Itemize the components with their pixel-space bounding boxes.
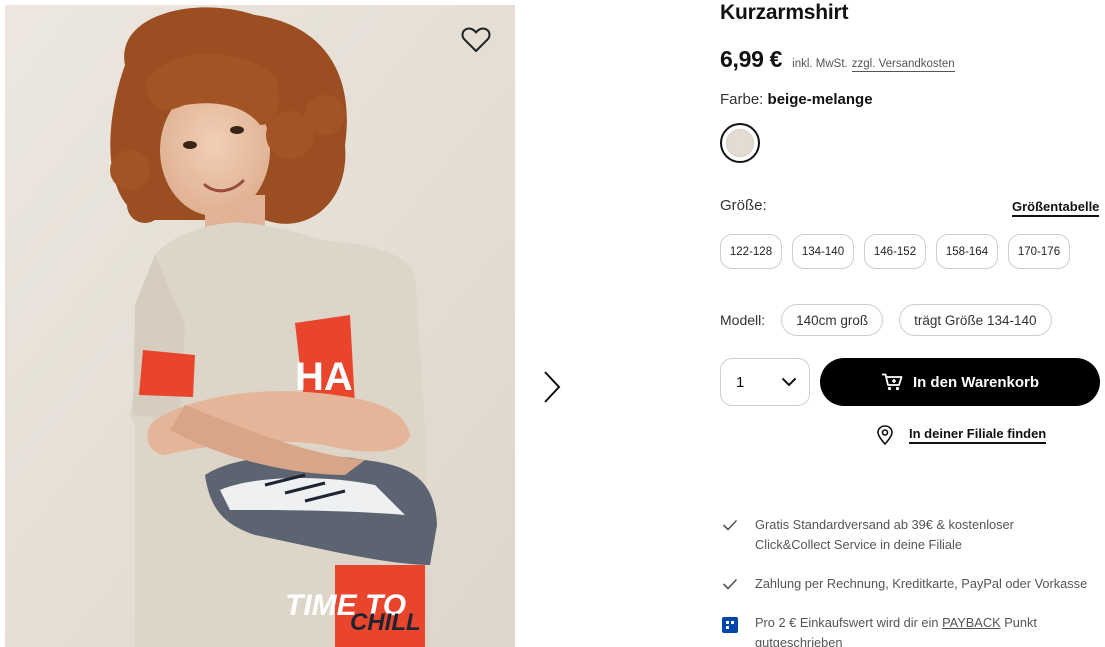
chevron-down-icon — [781, 377, 797, 387]
size-options: 122-128 134-140 146-152 158-164 170-176 — [720, 234, 1070, 269]
next-image-button[interactable] — [536, 366, 568, 408]
color-label: Farbe: — [720, 91, 764, 108]
model-size-pill: trägt Größe 134-140 — [899, 304, 1052, 336]
benefit-text: Gratis Standardversand ab 39€ & kostenlo… — [755, 517, 1014, 552]
benefit-item: Zahlung per Rechnung, Kreditkarte, PayPa… — [720, 574, 1105, 594]
quantity-select[interactable]: 1 — [720, 358, 810, 406]
model-info-row: Modell: 140cm groß trägt Größe 134-140 — [720, 304, 1068, 336]
check-icon — [722, 578, 738, 590]
price-row: 6,99 € inkl. MwSt. zzgl. Versandkosten — [720, 46, 955, 73]
benefit-text: Pro 2 € Einkaufswert wird dir ein PAYBAC… — [755, 613, 1055, 647]
size-option[interactable]: 146-152 — [864, 234, 926, 269]
model-height-pill: 140cm groß — [781, 304, 884, 336]
product-photo-illustration: HA TIME TO CHILL — [5, 5, 515, 647]
quantity-value: 1 — [736, 373, 745, 391]
shipping-costs-link[interactable]: zzgl. Versandkosten — [851, 58, 955, 72]
size-label: Größe: — [720, 197, 767, 214]
size-chart-link[interactable]: Größentabelle — [1012, 199, 1100, 217]
location-pin-icon — [877, 425, 893, 445]
benefits-list: Gratis Standardversand ab 39€ & kostenlo… — [720, 515, 1105, 647]
tax-note: inkl. MwSt. — [792, 58, 848, 70]
color-swatch-beige-melange[interactable] — [720, 123, 760, 163]
product-title: Kurzarmshirt — [720, 1, 849, 24]
chevron-right-icon — [544, 371, 561, 403]
model-label: Modell: — [720, 312, 766, 328]
add-to-cart-label: In den Warenkorb — [912, 373, 1040, 391]
swatch-fill — [726, 129, 754, 157]
find-in-store-link[interactable]: In deiner Filiale finden — [876, 425, 1047, 445]
payback-icon — [722, 617, 738, 633]
add-to-cart-button[interactable]: In den Warenkorb — [820, 358, 1100, 406]
product-price: 6,99 € — [720, 46, 783, 72]
size-option[interactable]: 134-140 — [792, 234, 854, 269]
wishlist-heart-button[interactable] — [455, 20, 497, 60]
size-option[interactable]: 170-176 — [1008, 234, 1070, 269]
benefit-item: Pro 2 € Einkaufswert wird dir ein PAYBAC… — [720, 613, 1105, 647]
payback-link[interactable]: PAYBACK — [942, 615, 1001, 630]
benefit-text: Zahlung per Rechnung, Kreditkarte, PayPa… — [755, 576, 1088, 591]
heart-icon — [461, 27, 491, 52]
benefit-item: Gratis Standardversand ab 39€ & kostenlo… — [720, 515, 1105, 555]
shirt-print-text-2: CHILL — [350, 609, 421, 636]
payback-text-before: Pro 2 € Einkaufswert wird dir ein — [755, 615, 939, 630]
color-value: beige-melange — [767, 91, 873, 108]
check-icon — [722, 519, 738, 531]
cart-icon — [881, 373, 903, 391]
size-option[interactable]: 122-128 — [720, 234, 782, 269]
product-image[interactable]: HA TIME TO CHILL — [5, 5, 515, 647]
size-option[interactable]: 158-164 — [936, 234, 998, 269]
find-in-store-label: In deiner Filiale finden — [909, 426, 1047, 444]
color-row: Farbe: beige-melange — [720, 91, 873, 108]
